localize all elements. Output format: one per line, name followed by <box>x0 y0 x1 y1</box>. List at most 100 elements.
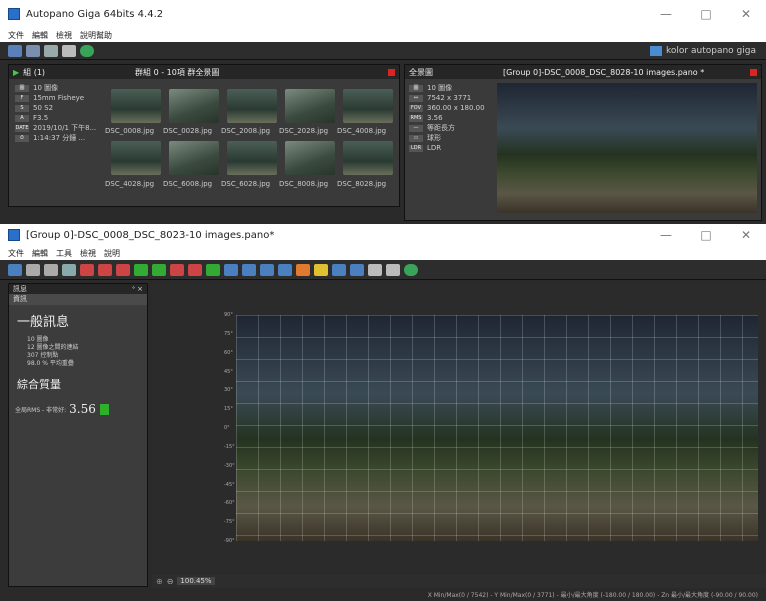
panorama-preview[interactable] <box>497 83 757 213</box>
general-info-title: 一般訊息 <box>17 315 70 330</box>
thumbnail[interactable] <box>111 141 161 175</box>
editor-help-icon[interactable] <box>404 263 418 276</box>
wrench-icon[interactable] <box>386 263 400 276</box>
minimize-icon[interactable]: — <box>646 7 686 21</box>
latitude-label: 30° <box>224 387 233 394</box>
cp-icon[interactable] <box>242 263 256 276</box>
thumbnail[interactable] <box>227 89 277 123</box>
help-icon[interactable] <box>80 44 94 57</box>
general-info-item: 98.0 % 平均重疊 <box>27 360 74 367</box>
menu-view[interactable]: 檢視 <box>56 30 72 41</box>
info-row: ↔ 7542 x 3771 <box>409 93 495 103</box>
open-images-icon[interactable] <box>8 44 22 57</box>
brand-text: kolor autopano giga <box>666 45 756 56</box>
panorama-canvas[interactable]: 90° 75° 60° 45° 30° 15° 0° -15° -30° -45° -60° -75°… <box>152 283 766 573</box>
editor-menu-tools[interactable]: 工具 <box>56 248 72 259</box>
info-text: 7542 x 3771 <box>427 94 472 102</box>
undo-icon[interactable] <box>26 263 40 276</box>
editor-minimize-icon[interactable]: — <box>646 228 686 242</box>
render-icon[interactable] <box>8 263 22 276</box>
thumbnail-caption: DSC_0028.jpg <box>163 127 213 135</box>
info-tag: ▭ <box>409 134 423 142</box>
info-text: 10 圖像 <box>33 84 59 92</box>
thumbnail[interactable] <box>343 141 393 175</box>
close-group-icon[interactable] <box>388 68 395 76</box>
preview-icon[interactable] <box>224 263 238 276</box>
close-icon[interactable]: ✕ <box>726 7 766 21</box>
exposure-icon[interactable] <box>314 263 328 276</box>
editor-menu-file[interactable]: 文件 <box>8 248 24 259</box>
import-icon[interactable] <box>26 44 40 57</box>
quality-label: 全局RMS - 非常好: <box>15 406 67 414</box>
zoom-value[interactable]: 100.45% <box>177 577 215 585</box>
info-tag: ↔ <box>409 94 423 102</box>
general-info-list: 10 圖像 12 圖像之間的連結 307 控制點 98.0 % 平均重疊 <box>9 330 147 368</box>
vertical-icon[interactable] <box>170 263 184 276</box>
maximize-icon[interactable]: □ <box>686 7 726 21</box>
thumbnail-caption: DSC_2008.jpg <box>221 127 271 135</box>
editor-close-icon[interactable]: ✕ <box>726 228 766 242</box>
target-icon[interactable] <box>278 263 292 276</box>
editor-menu-view[interactable]: 檢視 <box>80 248 96 259</box>
thumbnail[interactable] <box>285 141 335 175</box>
panorama-panel: 全景圖 [Group 0]-DSC_0008_DSC_8028-10 image… <box>404 64 762 221</box>
editor-maximize-icon[interactable]: □ <box>686 228 726 242</box>
thumbnail[interactable] <box>227 141 277 175</box>
sidebar-pin-icon[interactable]: ᐤ × <box>132 285 143 293</box>
info-row: F 15mm Fisheye <box>15 93 101 103</box>
thumbnail[interactable] <box>169 141 219 175</box>
info-row: RMS 3.56 <box>409 113 495 123</box>
layout-icon[interactable] <box>152 263 166 276</box>
info-row: LDR LDR <box>409 143 495 153</box>
sidebar-tab[interactable]: 訊息 ᐤ × <box>9 284 147 294</box>
thumbnail[interactable] <box>285 89 335 123</box>
info-row: A F3.5 <box>15 113 101 123</box>
info-tag: LDR <box>409 144 423 152</box>
projection-icon[interactable] <box>332 263 346 276</box>
info-row: S 50 S2 <box>15 103 101 113</box>
info-text: 50 S2 <box>33 104 54 112</box>
info-row: DATE 2019/10/1 下午8... <box>15 123 101 133</box>
gui-icon[interactable] <box>350 263 364 276</box>
editor-settings-icon[interactable] <box>368 263 382 276</box>
thumbnail[interactable] <box>343 89 393 123</box>
close-panorama-icon[interactable] <box>750 68 757 76</box>
crop-icon[interactable] <box>134 263 148 276</box>
color-icon[interactable] <box>296 263 310 276</box>
group-panel-title: 組 (1) <box>23 67 46 77</box>
thumbnail-caption: DSC_8008.jpg <box>279 180 329 188</box>
menu-edit[interactable]: 編輯 <box>32 30 48 41</box>
panorama-panel-header: 全景圖 [Group 0]-DSC_0008_DSC_8028-10 image… <box>405 65 761 79</box>
redo-icon[interactable] <box>44 263 58 276</box>
info-tag: S <box>15 104 29 112</box>
panorama-file: [Group 0]-DSC_0008_DSC_8028-10 images.pa… <box>503 67 705 77</box>
panorama-panel-title: 全景圖 <box>409 67 433 77</box>
zoom-in-icon[interactable]: ⊕ <box>156 577 163 586</box>
app-title: Autopano Giga 64bits 4.4.2 <box>26 8 164 20</box>
brand-logo: kolor autopano giga <box>650 45 756 56</box>
menu-file[interactable]: 文件 <box>8 30 24 41</box>
editor-menu-edit[interactable]: 編輯 <box>32 248 48 259</box>
rotate-icon[interactable] <box>98 263 112 276</box>
editor-menu-help[interactable]: 說明 <box>104 248 120 259</box>
play-icon[interactable]: ▶ <box>13 68 19 77</box>
latitude-label: 90° <box>224 312 233 318</box>
image-icon[interactable] <box>62 263 76 276</box>
settings-icon[interactable] <box>62 44 76 57</box>
horizon-icon[interactable] <box>116 263 130 276</box>
straighten-icon[interactable] <box>188 263 202 276</box>
stitched-panorama[interactable] <box>236 315 758 541</box>
detect-icon[interactable] <box>44 44 58 57</box>
thumbnail[interactable] <box>169 89 219 123</box>
zoom-out-icon[interactable]: ⊖ <box>167 577 174 586</box>
sidebar-tab-label: 訊息 <box>13 285 27 293</box>
info-text: LDR <box>427 144 442 152</box>
status-text: X Min/Max(0 / 7542) - Y Min/Max(0 / 3771… <box>427 592 758 599</box>
status-bar: X Min/Max(0 / 7542) - Y Min/Max(0 / 3771… <box>0 588 766 601</box>
optimize-icon[interactable] <box>260 263 274 276</box>
thumbnail[interactable] <box>111 89 161 123</box>
split-icon[interactable] <box>206 263 220 276</box>
menu-help[interactable]: 說明幫助 <box>80 30 112 41</box>
move-icon[interactable] <box>80 263 94 276</box>
info-row: FOV 360.00 x 180.00 <box>409 103 495 113</box>
